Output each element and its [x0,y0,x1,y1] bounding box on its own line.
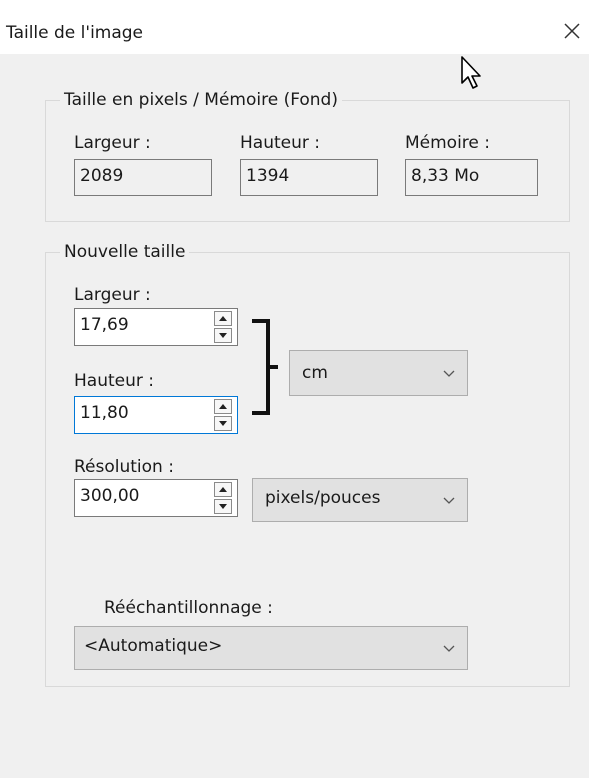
memory-label: Mémoire : [405,133,491,153]
resampling-value: <Automatique> [84,636,223,656]
dialog-title: Taille de l'image [6,23,144,43]
new-height-spinner[interactable] [214,399,232,431]
resolution-increment-button[interactable] [214,482,232,497]
arrow-up-icon [219,316,227,321]
arrow-up-icon [219,487,227,492]
aspect-ratio-link-icon[interactable] [250,318,280,418]
arrow-down-icon [219,421,227,426]
arrow-up-icon [219,404,227,409]
resolution-unit-value: pixels/pouces [265,488,381,508]
new-height-increment-button[interactable] [214,399,232,414]
size-unit-value: cm [302,363,328,383]
mouse-pointer-icon [461,56,481,89]
new-width-decrement-button[interactable] [214,328,232,343]
new-width-increment-button[interactable] [214,311,232,326]
original-height-label: Hauteur : [240,133,320,153]
new-width-spinner[interactable] [214,311,232,343]
size-unit-dropdown[interactable]: cm [289,350,468,396]
resolution-unit-dropdown[interactable]: pixels/pouces [252,478,468,522]
resampling-dropdown[interactable]: <Automatique> [74,626,468,670]
memory-field: 8,33 Mo [405,159,538,196]
resolution-spinner[interactable] [214,482,232,514]
new-height-label: Hauteur : [74,371,154,391]
chevron-down-icon [443,645,455,652]
new-size-legend: Nouvelle taille [60,241,190,263]
resolution-label: Résolution : [74,457,174,477]
pixel-size-legend: Taille en pixels / Mémoire (Fond) [60,89,342,111]
new-width-label: Largeur : [74,285,151,305]
resampling-label: Rééchantillonnage : [104,598,273,618]
original-height-field: 1394 [240,159,378,196]
original-width-label: Largeur : [74,133,151,153]
resolution-decrement-button[interactable] [214,499,232,514]
arrow-down-icon [219,504,227,509]
chevron-down-icon [443,497,455,504]
title-bar: Taille de l'image [0,0,589,54]
arrow-down-icon [219,333,227,338]
close-icon[interactable] [560,19,584,43]
original-width-field: 2089 [74,159,212,196]
chevron-down-icon [443,370,455,377]
new-height-decrement-button[interactable] [214,416,232,431]
